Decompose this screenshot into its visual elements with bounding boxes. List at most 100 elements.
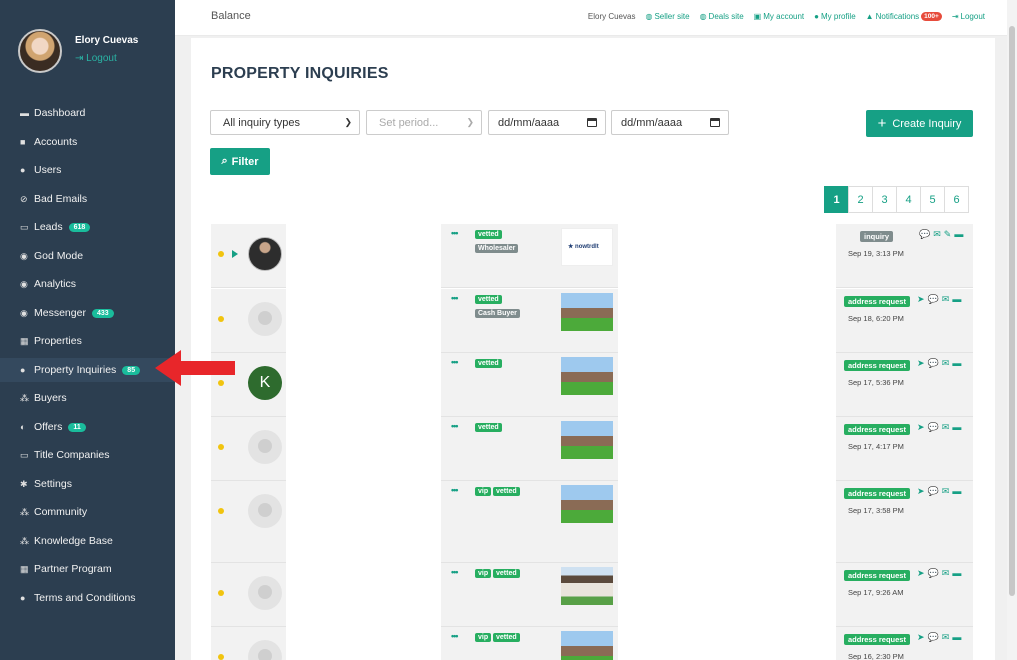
sidebar-item-properties[interactable]: ▦ Properties [0,329,175,353]
avatar[interactable] [248,302,282,336]
send-icon[interactable]: ➤ [917,294,925,305]
sidebar-item-god-mode[interactable]: ◉ God Mode [0,244,175,268]
mail-icon[interactable]: ✉ [942,422,950,433]
page-4-button[interactable]: 4 [896,186,921,213]
avatar[interactable] [18,29,62,73]
period-select[interactable]: Set period... ❯ [366,110,482,135]
sidebar-item-community[interactable]: ⁂ Community [0,500,175,524]
calendar-icon[interactable] [710,118,720,127]
page-3-button[interactable]: 3 [872,186,897,213]
chat-icon[interactable]: 💬 [928,294,939,305]
edit-icon[interactable]: ✎ [944,229,952,240]
avatar[interactable] [248,640,282,660]
inquiry-type-select[interactable]: All inquiry types ❯ [210,110,360,135]
property-thumbnail[interactable] [561,485,613,523]
sidebar-item-bad-emails[interactable]: ⊘ Bad Emails [0,187,175,211]
sidebar-item-analytics[interactable]: ◉ Analytics [0,272,175,296]
property-thumbnail[interactable] [561,357,613,395]
sidebar-item-terms-and-conditions[interactable]: ● Terms and Conditions [0,586,175,610]
mail-icon[interactable]: ✉ [942,632,950,643]
send-icon[interactable]: ➤ [917,358,925,369]
avatar[interactable] [248,430,282,464]
brand-logo[interactable]: Balance [211,10,251,22]
sidebar-item-title-companies[interactable]: ▭ Title Companies [0,443,175,467]
table-row[interactable]: ••• vip vetted address request Sep 17, 9:26 … [211,563,973,627]
scrollbar[interactable] [1007,0,1017,660]
scrollbar-thumb[interactable] [1009,26,1015,596]
table-row[interactable]: ••• vetted Cash Buyer address request Sep 18… [211,289,973,353]
mail-icon[interactable]: ✉ [942,294,950,305]
mail-icon[interactable]: ✉ [933,229,941,240]
sidebar-item-dashboard[interactable]: ▬ Dashboard [0,101,175,125]
mail-icon[interactable]: ✉ [942,568,950,579]
my-profile-link[interactable]: ● My profile [814,12,856,21]
sidebar-item-buyers[interactable]: ⁂ Buyers [0,386,175,410]
minus-icon[interactable]: ▬ [954,229,963,240]
avatar[interactable] [248,576,282,610]
minus-icon[interactable]: ▬ [952,422,961,433]
date-to-input[interactable]: dd/mm/aaaa [611,110,729,135]
property-thumbnail[interactable] [561,421,613,459]
table-row[interactable]: ••• vetted address request Sep 17, 4:17 PM ➤… [211,417,973,481]
page-5-button[interactable]: 5 [920,186,945,213]
send-icon[interactable]: ➤ [917,486,925,497]
minus-icon[interactable]: ▬ [952,294,961,305]
chat-icon[interactable]: 💬 [928,568,939,579]
property-thumbnail[interactable] [561,567,613,605]
date-from-input[interactable]: dd/mm/aaaa [488,110,606,135]
sidebar-item-partner-program[interactable]: ▦ Partner Program [0,557,175,581]
chat-icon[interactable]: 💬 [919,229,930,240]
mail-icon[interactable]: ✉ [942,358,950,369]
send-icon[interactable]: ➤ [917,568,925,579]
page-6-button[interactable]: 6 [944,186,969,213]
sidebar-item-accounts[interactable]: ■ Accounts [0,130,175,154]
page-1-button[interactable]: 1 [824,186,849,213]
deals-site-link[interactable]: ◍ Deals site [700,12,744,21]
sidebar-item-messenger[interactable]: ◉ Messenger 433 [0,301,175,325]
chat-icon[interactable]: 💬 [928,486,939,497]
avatar[interactable]: K [248,366,282,400]
sidebar-item-users[interactable]: ● Users [0,158,175,182]
sidebar-item-property-inquiries[interactable]: ● Property Inquiries 85 [0,358,175,382]
chat-icon[interactable]: 💬 [928,422,939,433]
seller-site-link[interactable]: ◍ Seller site [645,12,689,21]
table-row[interactable]: K ••• vetted address request Sep 17, 5:36 PM… [211,353,973,417]
play-icon[interactable] [232,250,238,258]
minus-icon[interactable]: ▬ [952,486,961,497]
table-row[interactable]: ••• vetted Wholesaler ★ nowtrdlt inquiry Sep … [211,224,973,288]
more-icon[interactable]: ••• [451,567,459,577]
chat-icon[interactable]: 💬 [928,358,939,369]
property-thumbnail[interactable]: ★ nowtrdlt [561,228,613,266]
more-icon[interactable]: ••• [451,357,459,367]
my-account-link[interactable]: ▣ My account [754,12,804,21]
more-icon[interactable]: ••• [451,421,459,431]
top-logout-link[interactable]: ⇥ Logout [952,12,985,21]
sidebar-item-settings[interactable]: ✱ Settings [0,472,175,496]
table-row[interactable]: ••• vip vetted address request Sep 17, 3:58 … [211,481,973,563]
avatar[interactable] [248,237,282,271]
sidebar-logout-link[interactable]: ⇥ Logout [75,53,117,64]
mail-icon[interactable]: ✉ [942,486,950,497]
sidebar-item-knowledge-base[interactable]: ⁂ Knowledge Base [0,529,175,553]
filter-button[interactable]: ⌕ Filter [210,148,270,175]
more-icon[interactable]: ••• [451,228,459,238]
calendar-icon[interactable] [587,118,597,127]
property-thumbnail[interactable] [561,293,613,331]
minus-icon[interactable]: ▬ [952,358,961,369]
property-thumbnail[interactable] [561,631,613,660]
more-icon[interactable]: ••• [451,293,459,303]
create-inquiry-button[interactable]: + Create Inquiry [866,110,973,137]
more-icon[interactable]: ••• [451,485,459,495]
sidebar-item-leads[interactable]: ▭ Leads 618 [0,215,175,239]
table-row[interactable]: ••• vip vetted address request Sep 16, 2:30 … [211,627,973,660]
page-2-button[interactable]: 2 [848,186,873,213]
notifications-link[interactable]: ▲ Notifications 100+ [866,12,942,21]
more-icon[interactable]: ••• [451,631,459,641]
avatar[interactable] [248,494,282,528]
minus-icon[interactable]: ▬ [952,568,961,579]
send-icon[interactable]: ➤ [917,632,925,643]
minus-icon[interactable]: ▬ [952,632,961,643]
chat-icon[interactable]: 💬 [928,632,939,643]
sidebar-item-offers[interactable]: ◐ Offers 11 [0,415,175,439]
send-icon[interactable]: ➤ [917,422,925,433]
